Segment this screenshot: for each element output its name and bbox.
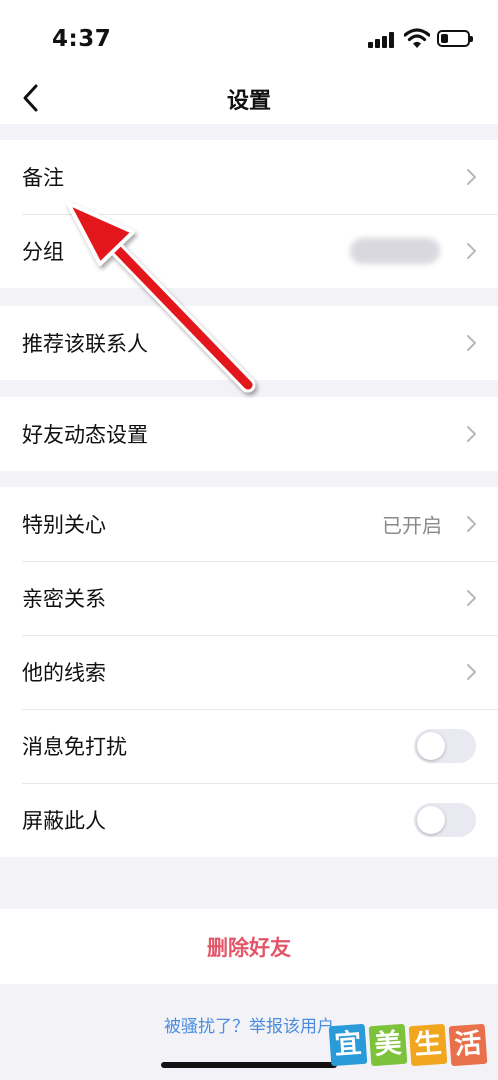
row-special-care-value: 已开启 bbox=[382, 513, 442, 538]
row-remark-label: 备注 bbox=[22, 166, 64, 190]
delete-friend-section: 删除好友 bbox=[0, 909, 498, 984]
chevron-right-icon bbox=[467, 169, 476, 185]
navigation-bar: 设置 bbox=[0, 72, 498, 124]
row-recommend-contact[interactable]: 推荐该联系人 bbox=[0, 306, 498, 380]
row-group-value-redacted bbox=[350, 238, 440, 264]
row-clues[interactable]: 他的线索 bbox=[0, 635, 498, 709]
mute-toggle[interactable] bbox=[414, 729, 476, 763]
row-intimate-label: 亲密关系 bbox=[22, 587, 106, 611]
row-mute-label: 消息免打扰 bbox=[22, 735, 127, 759]
chevron-right-icon bbox=[467, 243, 476, 259]
row-special-care[interactable]: 特别关心 已开启 bbox=[0, 487, 498, 561]
block-toggle[interactable] bbox=[414, 803, 476, 837]
row-block-user: 屏蔽此人 bbox=[0, 783, 498, 857]
watermark-char: 生 bbox=[408, 1023, 448, 1067]
wifi-icon bbox=[404, 28, 430, 48]
home-indicator bbox=[161, 1062, 337, 1068]
cellular-signal-icon bbox=[368, 32, 398, 48]
row-remark[interactable]: 备注 bbox=[0, 140, 498, 214]
row-group-label: 分组 bbox=[22, 240, 64, 264]
chevron-right-icon bbox=[467, 590, 476, 606]
status-time: 4:37 bbox=[52, 26, 112, 52]
settings-group-relationship: 特别关心 已开启 亲密关系 他的线索 消息免打扰 屏蔽此人 bbox=[0, 487, 498, 857]
status-bar: 4:37 bbox=[0, 0, 498, 72]
page-title: 设置 bbox=[226, 89, 271, 114]
watermark-char: 美 bbox=[368, 1023, 408, 1067]
chevron-right-icon bbox=[467, 335, 476, 351]
row-clues-label: 他的线索 bbox=[22, 661, 106, 685]
battery-icon bbox=[437, 30, 473, 47]
watermark-char: 宜 bbox=[328, 1023, 368, 1067]
watermark-logo: 宜 美 生 活 bbox=[328, 1023, 488, 1069]
row-recommend-label: 推荐该联系人 bbox=[22, 332, 148, 356]
chevron-right-icon bbox=[467, 664, 476, 680]
chevron-right-icon bbox=[467, 426, 476, 442]
delete-friend-button[interactable]: 删除好友 bbox=[0, 932, 498, 962]
watermark-char: 活 bbox=[448, 1023, 488, 1067]
row-mute-messages: 消息免打扰 bbox=[0, 709, 498, 783]
row-group[interactable]: 分组 bbox=[0, 214, 498, 288]
row-block-label: 屏蔽此人 bbox=[22, 809, 106, 833]
settings-group-recommend: 推荐该联系人 bbox=[0, 306, 498, 380]
row-moments-settings[interactable]: 好友动态设置 bbox=[0, 397, 498, 471]
chevron-right-icon bbox=[467, 516, 476, 532]
row-special-care-label: 特别关心 bbox=[22, 513, 106, 537]
row-intimate-relationship[interactable]: 亲密关系 bbox=[0, 561, 498, 635]
settings-group-moments: 好友动态设置 bbox=[0, 397, 498, 471]
row-moments-label: 好友动态设置 bbox=[22, 423, 148, 447]
settings-group-basic: 备注 分组 bbox=[0, 140, 498, 288]
